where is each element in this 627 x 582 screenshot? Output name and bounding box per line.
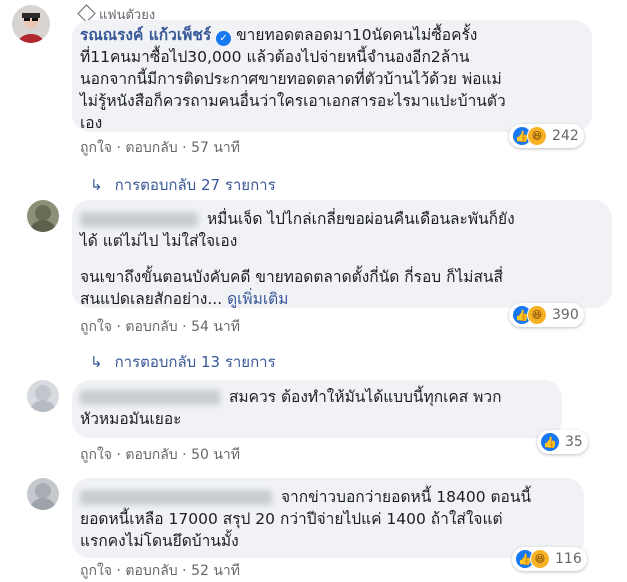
like-link[interactable]: ถูกใจ [80, 447, 112, 463]
comment-line: ยอดหนี้เหลือ 17000 สรุป 20 กว่าปีจ่ายไปแ… [80, 510, 503, 528]
reaction-count: 390 [552, 307, 579, 323]
laughing-face-icon: 😆 [527, 305, 547, 325]
comment-text: หมื่นเจ็ด ไปไกล่เกลี่ยขอผ่อนคืนเดือนละพั… [80, 208, 515, 310]
avatar[interactable] [27, 200, 59, 232]
laughing-face-icon: 😆 [527, 126, 547, 146]
comment-line: จากข่าวบอกว่ายอดหนี้ 18400 ตอนนี้ [280, 488, 532, 506]
view-replies-link[interactable]: ↳ การตอบกลับ 27 รายการ [90, 173, 276, 197]
like-link[interactable]: ถูกใจ [80, 319, 112, 335]
blurred-author-name[interactable] [80, 390, 220, 405]
comment-actions: ถูกใจ · ตอบกลับ · 54 นาที [80, 319, 240, 335]
like-link[interactable]: ถูกใจ [80, 140, 112, 156]
reaction-summary[interactable]: 👍 35 [537, 430, 588, 454]
comment-line: หมื่นเจ็ด ไปไกล่เกลี่ยขอผ่อนคืนเดือนละพั… [206, 210, 515, 228]
reply-link[interactable]: ตอบกลับ [125, 140, 177, 156]
reaction-summary[interactable]: 👍 😆 242 [509, 124, 584, 148]
laughing-face-icon: 😆 [530, 549, 550, 569]
comment-text: สมควร ต้องทำให้มันได้แบบนี้ทุกเคส พวก หั… [80, 386, 502, 430]
reaction-summary[interactable]: 👍 😆 390 [509, 303, 584, 327]
comment-line: หัวหมอมันเยอะ [80, 410, 182, 428]
reaction-count: 116 [555, 551, 582, 567]
comment-actions: ถูกใจ · ตอบกลับ · 52 นาที [80, 563, 240, 579]
comment-time: 57 นาที [191, 140, 240, 156]
view-replies-link[interactable]: ↳ การตอบกลับ 13 รายการ [90, 350, 276, 374]
avatar[interactable] [12, 5, 50, 43]
comment-text: จากข่าวบอกว่ายอดหนี้ 18400 ตอนนี้ ยอดหนี… [80, 486, 531, 552]
reply-arrow-icon: ↳ [90, 353, 103, 371]
comment-author[interactable]: รณณรงค์ แก้วเพ็ชร์ [80, 26, 211, 44]
comment-line: เอง [80, 114, 103, 132]
comment-line: นอกจากนี้มีการติดประกาศขายทอดตลาดที่ตัวบ… [80, 70, 502, 88]
comment-line: ขายทอดตลอดมา10นัดคนไม่ซื้อครั้ง [236, 26, 478, 44]
see-more-link[interactable]: ดูเพิ่มเติม [227, 290, 288, 308]
thumbs-up-icon: 👍 [540, 432, 560, 452]
comment-line: สนแปดเลยสักอย่าง... [80, 290, 223, 308]
comment-time: 54 นาที [191, 319, 240, 335]
reaction-count: 35 [565, 434, 583, 450]
verified-check-icon: ✓ [216, 31, 232, 46]
comment-line: แรกคงไม่โดนยึดบ้านมั้ง [80, 532, 239, 550]
reply-arrow-icon: ↳ [90, 176, 103, 194]
avatar[interactable] [27, 478, 59, 510]
comment-time: 52 นาที [191, 563, 240, 579]
comment-line: สมควร ต้องทำให้มันได้แบบนี้ทุกเคส พวก [228, 388, 502, 406]
comment-line: ที่11คนมาซื้อไป30,000 แล้วต้องไปจ่ายหนี้… [80, 48, 470, 66]
reply-link[interactable]: ตอบกลับ [125, 563, 177, 579]
reply-link[interactable]: ตอบกลับ [125, 319, 177, 335]
view-replies-label: การตอบกลับ 13 รายการ [114, 353, 276, 371]
comment-actions: ถูกใจ · ตอบกลับ · 57 นาที [80, 140, 240, 156]
comment-line: ไม่รู้หนังสือก็ควรถามคนอื่นว่าใครเอาเอกส… [80, 92, 506, 110]
blurred-author-name[interactable] [80, 490, 272, 505]
comment-line: จนเขาถึงขั้นตอนบังคับคดี ขายทอดตลาดตั้งก… [80, 268, 503, 286]
reaction-count: 242 [552, 128, 579, 144]
view-replies-label: การตอบกลับ 27 รายการ [114, 176, 276, 194]
comment-actions: ถูกใจ · ตอบกลับ · 50 นาที [80, 447, 240, 463]
avatar[interactable] [27, 380, 59, 412]
comment-line: ได้ แต่ไม่ไป ไม่ใส่ใจเอง [80, 232, 238, 250]
like-link[interactable]: ถูกใจ [80, 563, 112, 579]
reply-link[interactable]: ตอบกลับ [125, 447, 177, 463]
reaction-summary[interactable]: 👍 😆 116 [512, 547, 587, 571]
blurred-author-name[interactable] [80, 212, 198, 227]
comment-time: 50 นาที [191, 447, 240, 463]
comment-text: รณณรงค์ แก้วเพ็ชร์ ✓ ขายทอดตลอดมา10นัดคน… [80, 24, 506, 134]
